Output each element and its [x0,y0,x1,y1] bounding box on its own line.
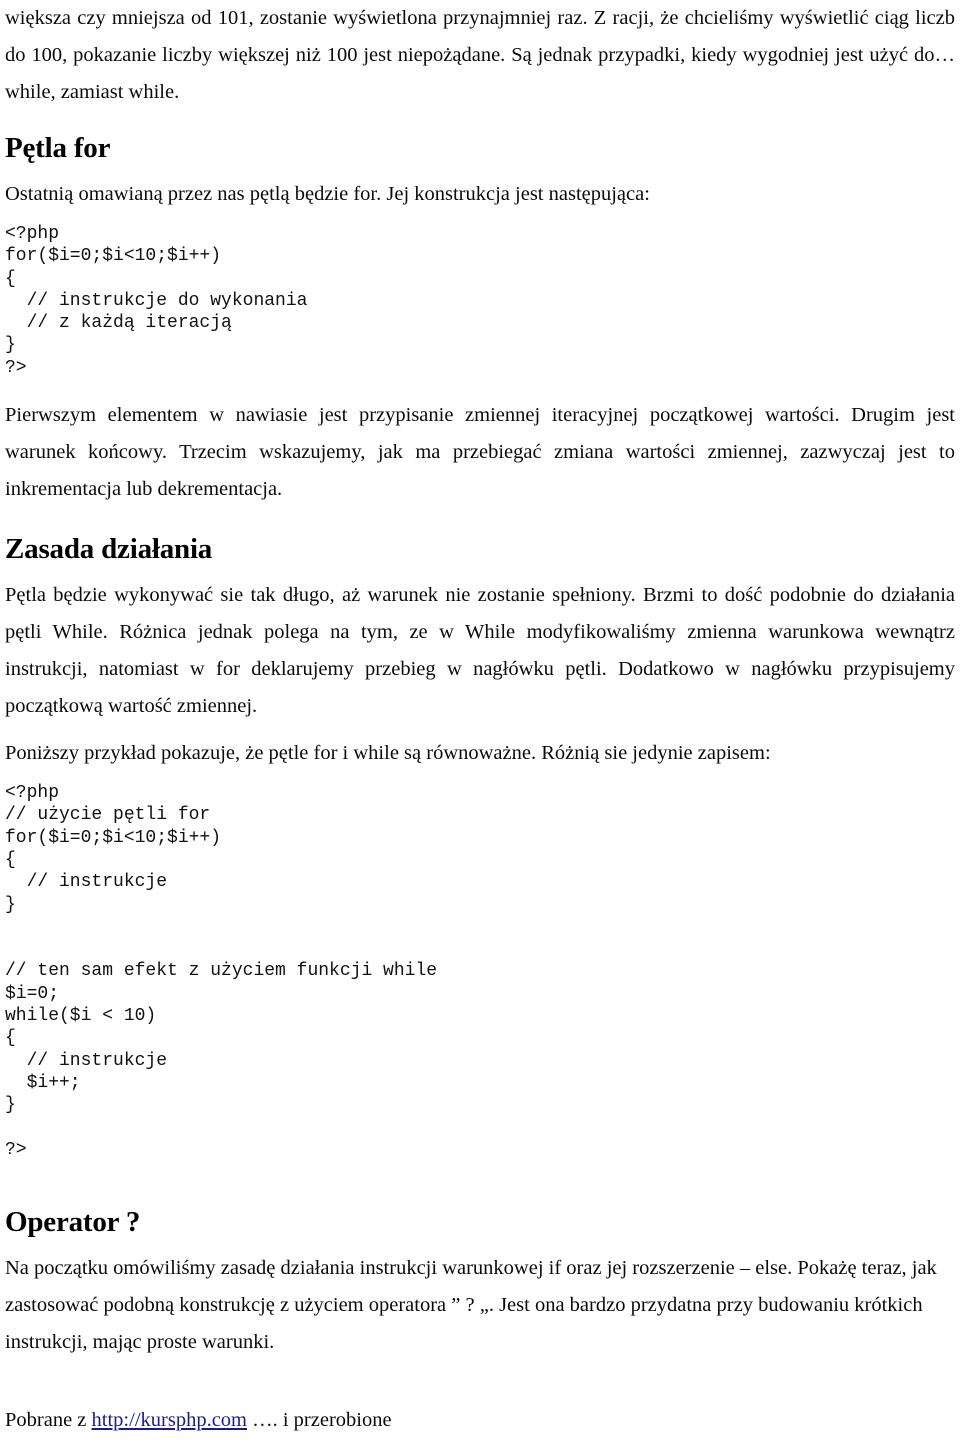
principle-paragraph-2: Poniższy przykład pokazuje, że pętle for… [5,742,771,765]
for-intro-paragraph: Ostatnią omawianą przez nas pętlą będzie… [5,183,650,205]
footer-attribution: Pobrane z http://kursphp.com …. i przero… [5,1405,955,1435]
heading-zasada-dzialania: Zasada działania [5,533,213,566]
code-block-for-syntax: <?php for($i=0;$i<10;$i++) { // instrukc… [5,224,308,378]
footer-suffix: …. i przerobione [246,1409,392,1432]
kursphp-link[interactable]: http://kursphp.com [92,1409,247,1431]
code-block-for-while-equivalence: <?php // użycie pętli for for($i=0;$i<10… [5,783,438,1160]
principle-paragraph-1: Pętla będzie wykonywać sie tak długo, aż… [5,584,955,718]
footer-prefix: Pobrane z [5,1409,92,1432]
operator-paragraph: Na początku omówiliśmy zasadę działania … [5,1257,937,1354]
heading-petla-for: Pętla for [5,132,111,164]
for-explanation-paragraph: Pierwszym elementem w nawiasie jest przy… [5,404,955,501]
document-page: większa czy mniejsza od 101, zostanie wy… [5,0,955,1444]
heading-operator-question: Operator ? [5,1206,141,1239]
intro-paragraph: większa czy mniejsza od 101, zostanie wy… [5,7,955,103]
